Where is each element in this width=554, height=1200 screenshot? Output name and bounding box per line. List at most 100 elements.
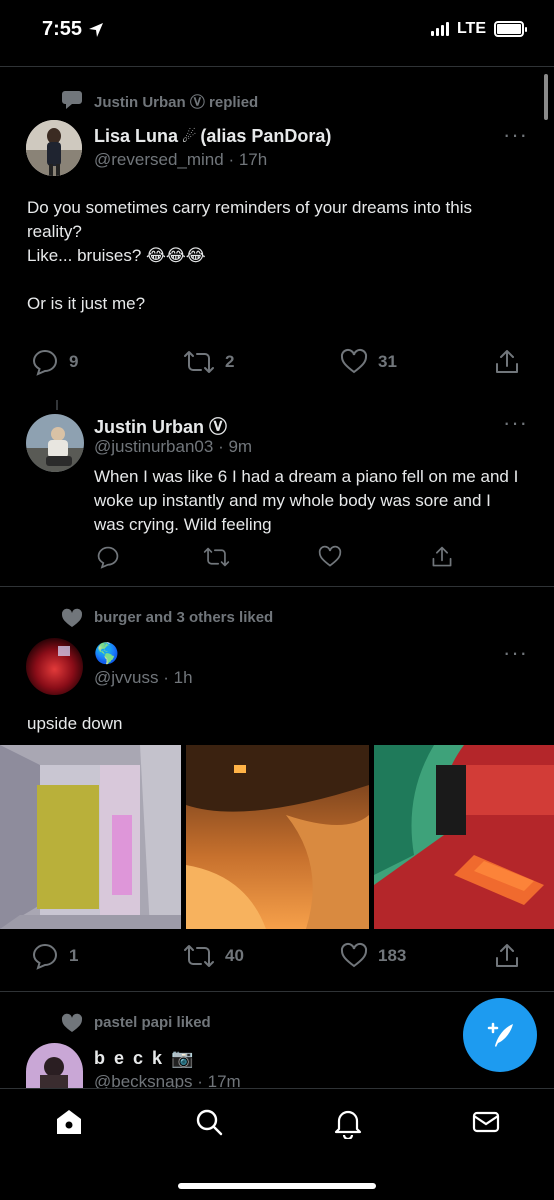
status-time-text: 7:55 — [42, 18, 83, 40]
author-name-suffix: (alias PanDora) — [200, 126, 332, 146]
like-button[interactable]: 183 — [340, 942, 406, 970]
more-options-icon[interactable]: ··· — [503, 124, 528, 146]
reply-button[interactable]: 1 — [31, 942, 78, 970]
reply-icon — [32, 943, 58, 970]
battery-icon — [494, 21, 527, 37]
tweet-time: · 17h — [228, 150, 268, 169]
home-icon — [57, 1110, 81, 1134]
social-context-text: Justin Urban Ⓥ replied — [94, 94, 259, 111]
reply-button[interactable]: 9 — [31, 348, 78, 376]
like-count: 31 — [378, 352, 397, 371]
compose-tweet-button[interactable] — [463, 998, 537, 1072]
tab-home[interactable] — [54, 1107, 84, 1142]
tab-notifications[interactable] — [333, 1107, 363, 1144]
reply-context-icon — [62, 91, 82, 109]
author-name[interactable]: 🌎 — [94, 641, 119, 666]
heart-icon — [318, 545, 342, 567]
media-photo-3[interactable] — [374, 745, 554, 929]
header-divider — [0, 66, 554, 67]
avatar-beck[interactable] — [26, 1043, 83, 1088]
author-name-row[interactable]: 🌎 — [94, 641, 119, 666]
retweet-icon — [203, 547, 230, 567]
tab-search[interactable] — [194, 1107, 224, 1142]
author-name-row[interactable]: b e c k 📷 — [94, 1048, 195, 1069]
author-handle-row[interactable]: @jvvuss · 1h — [94, 668, 193, 688]
reply-count: 1 — [69, 946, 79, 965]
location-arrow-icon — [89, 22, 104, 37]
social-context: Justin Urban Ⓥ replied — [62, 91, 259, 112]
network-type: LTE — [456, 20, 486, 37]
share-icon — [432, 546, 452, 567]
tweet-text: upside down — [27, 714, 123, 733]
author-handle[interactable]: @jvvuss — [94, 668, 159, 687]
retweet-count: 40 — [225, 946, 244, 965]
share-icon — [496, 350, 518, 373]
avatar-lisa-luna[interactable] — [26, 120, 82, 176]
author-handle-row[interactable]: @justinurban03 · 9m — [94, 437, 252, 457]
author-handle-row[interactable]: @reversed_mind · 17h — [94, 150, 267, 170]
tweet-time: · 17m — [197, 1072, 241, 1088]
heart-context-icon — [61, 608, 83, 627]
author-name[interactable]: Lisa Luna — [94, 126, 178, 147]
more-options-icon[interactable]: ··· — [503, 642, 528, 664]
social-context-text: burger and 3 others liked — [94, 609, 274, 626]
like-button[interactable]: 31 — [340, 348, 397, 376]
retweet-icon — [184, 945, 214, 967]
home-indicator — [178, 1183, 376, 1189]
share-button[interactable] — [430, 545, 454, 569]
retweet-icon — [184, 351, 214, 373]
author-handle-row[interactable]: @becksnaps · 17m — [94, 1072, 241, 1088]
reply-button[interactable] — [96, 545, 120, 569]
retweet-button[interactable]: 2 — [183, 348, 234, 376]
tweet-text-line: Do you sometimes carry reminders of your… — [27, 198, 472, 241]
tweet-divider — [0, 991, 554, 992]
author-name-row[interactable]: Justin Urban Ⓥ — [94, 413, 227, 439]
avatar-justin-urban[interactable] — [26, 414, 84, 472]
search-icon — [196, 1109, 223, 1136]
share-button[interactable] — [493, 942, 521, 970]
retweet-count: 2 — [225, 352, 235, 371]
author-name[interactable]: Justin Urban Ⓥ — [94, 413, 227, 439]
share-icon — [496, 944, 518, 967]
tweet-text-line: Or is it just me? — [27, 294, 146, 313]
signal-icon — [430, 22, 449, 36]
heart-icon — [340, 942, 368, 968]
more-options-icon[interactable]: ··· — [503, 412, 528, 434]
author-name[interactable]: b e c k 📷 — [94, 1048, 195, 1069]
media-photo-2[interactable] — [186, 745, 369, 929]
scrollbar[interactable] — [544, 74, 548, 120]
thread-connector — [56, 400, 58, 410]
tweet-text-line: Like... bruises? 😂😂😂 — [27, 246, 206, 265]
retweet-button[interactable]: 40 — [183, 942, 244, 970]
author-handle[interactable]: @justinurban03 — [94, 437, 213, 456]
like-button[interactable] — [318, 545, 342, 569]
author-handle[interactable]: @becksnaps — [94, 1072, 193, 1088]
tweet-time: · 1h — [163, 668, 193, 687]
reply-count: 9 — [69, 352, 79, 371]
mail-icon — [472, 1111, 500, 1133]
media-photo-1[interactable] — [0, 745, 181, 929]
tweet-text: When I was like 6 I had a dream a piano … — [94, 467, 519, 534]
status-time: 7:55 — [42, 18, 104, 41]
avatar-jvvuss[interactable] — [26, 638, 83, 695]
author-name-row[interactable]: Lisa Luna ☄ (alias PanDora) — [94, 126, 331, 147]
tweet-time: · 9m — [218, 437, 253, 456]
heart-context-icon — [61, 1013, 83, 1032]
compose-tweet-icon — [487, 1022, 513, 1047]
tab-messages[interactable] — [471, 1107, 501, 1142]
reply-icon — [97, 546, 119, 569]
reply-icon — [32, 349, 58, 376]
bell-icon — [334, 1110, 362, 1141]
status-indicators: LTE — [430, 20, 527, 38]
social-context-text: pastel papi liked — [94, 1014, 211, 1031]
social-context: burger and 3 others liked — [61, 608, 274, 627]
share-button[interactable] — [493, 348, 521, 376]
heart-icon — [340, 348, 368, 374]
tweet-text: Do you sometimes carry reminders of your… — [27, 196, 527, 316]
author-handle-clip: @becksnaps · 17m — [94, 1072, 241, 1088]
author-handle[interactable]: @reversed_mind — [94, 150, 224, 169]
retweet-button[interactable] — [203, 545, 230, 569]
status-bar: 7:55 LTE — [0, 0, 554, 62]
social-context: pastel papi liked — [61, 1013, 211, 1032]
tweet-divider — [0, 586, 554, 587]
